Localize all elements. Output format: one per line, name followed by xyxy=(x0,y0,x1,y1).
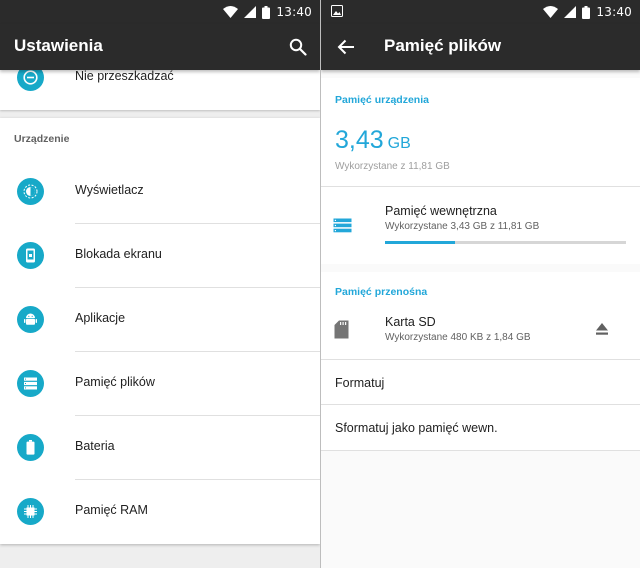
back-arrow-icon[interactable] xyxy=(334,35,358,59)
used-storage-summary: 3,43 GB xyxy=(335,126,411,155)
lock-screen-icon xyxy=(17,242,44,269)
used-of-total-text: Wykorzystane z 11,81 GB xyxy=(335,161,450,172)
sd-card-item[interactable]: Karta SD Wykorzystane 480 KB z 1,84 GB xyxy=(321,305,640,359)
status-time: 13:40 xyxy=(596,5,632,19)
sd-card-title: Karta SD xyxy=(385,315,436,329)
format-as-internal-button[interactable]: Sformatuj jako pamięć wewn. xyxy=(321,405,640,450)
status-icons: 13:40 xyxy=(543,4,632,20)
app-bar: Pamięć plików xyxy=(321,24,640,70)
used-storage-unit: GB xyxy=(387,135,411,152)
settings-item-label: Aplikacje xyxy=(75,311,126,325)
battery-icon xyxy=(17,434,44,461)
settings-screen: 13:40 Ustawienia Nie przeszkadzać Urządz… xyxy=(0,0,320,568)
memory-chip-icon xyxy=(17,498,44,525)
android-icon xyxy=(17,306,44,333)
internal-storage-progress-fill xyxy=(385,241,455,244)
sd-card-icon xyxy=(334,320,349,339)
settings-item-label: Wyświetlacz xyxy=(75,183,144,197)
format-button[interactable]: Formatuj xyxy=(321,360,640,405)
eject-icon[interactable] xyxy=(593,320,611,338)
storage-screen: 13:40 Pamięć plików Pamięć urządzenia 3,… xyxy=(321,0,640,568)
app-bar: Ustawienia xyxy=(0,24,320,70)
wifi-icon xyxy=(543,6,559,18)
internal-storage-subtitle: Wykorzystane 3,43 GB z 11,81 GB xyxy=(385,221,540,232)
format-label: Formatuj xyxy=(335,376,385,390)
wifi-icon xyxy=(223,6,239,18)
row-divider xyxy=(321,450,640,451)
display-icon xyxy=(17,178,44,205)
page-title: Ustawienia xyxy=(14,36,103,55)
section-header-device-storage: Pamięć urządzenia xyxy=(335,94,429,106)
battery-status-icon xyxy=(262,5,271,19)
settings-item-label: Nie przeszkadzać xyxy=(75,69,174,83)
image-notification-icon xyxy=(331,5,343,17)
settings-item-memory[interactable]: Pamięć RAM xyxy=(0,480,320,544)
section-header-portable-storage: Pamięć przenośna xyxy=(335,286,428,298)
status-icons: 13:40 xyxy=(223,4,312,20)
settings-item-apps[interactable]: Aplikacje xyxy=(0,288,320,352)
status-bar: 13:40 xyxy=(0,0,320,24)
settings-item-label: Pamięć plików xyxy=(75,375,155,389)
signal-icon xyxy=(244,6,257,18)
notification-icons xyxy=(331,5,343,20)
signal-icon xyxy=(564,6,577,18)
used-storage-value: 3,43 xyxy=(335,126,384,154)
storage-icon xyxy=(17,370,44,397)
settings-item-storage[interactable]: Pamięć plików xyxy=(0,352,320,416)
internal-storage-item[interactable]: Pamięć wewnętrzna Wykorzystane 3,43 GB z… xyxy=(321,187,640,259)
format-as-internal-label: Sformatuj jako pamięć wewn. xyxy=(335,421,498,435)
settings-item-display[interactable]: Wyświetlacz xyxy=(0,160,320,224)
settings-item-label: Bateria xyxy=(75,439,115,453)
internal-storage-icon xyxy=(333,218,352,233)
settings-item-label: Pamięć RAM xyxy=(75,503,148,517)
device-settings-card: Urządzenie Wyświetlacz Blokada ekranu Ap… xyxy=(0,118,320,544)
search-icon[interactable] xyxy=(286,35,310,59)
status-bar: 13:40 xyxy=(321,0,640,24)
settings-card-top: Nie przeszkadzać xyxy=(0,64,320,110)
settings-item-label: Blokada ekranu xyxy=(75,247,162,261)
settings-item-lock-screen[interactable]: Blokada ekranu xyxy=(0,224,320,288)
status-time: 13:40 xyxy=(276,5,312,19)
internal-storage-title: Pamięć wewnętrzna xyxy=(385,204,497,218)
battery-status-icon xyxy=(582,5,591,19)
internal-storage-progress-bar xyxy=(385,241,626,244)
section-header-device: Urządzenie xyxy=(14,133,70,145)
sd-card-subtitle: Wykorzystane 480 KB z 1,84 GB xyxy=(385,332,531,343)
page-title: Pamięć plików xyxy=(384,36,502,55)
settings-item-battery[interactable]: Bateria xyxy=(0,416,320,480)
